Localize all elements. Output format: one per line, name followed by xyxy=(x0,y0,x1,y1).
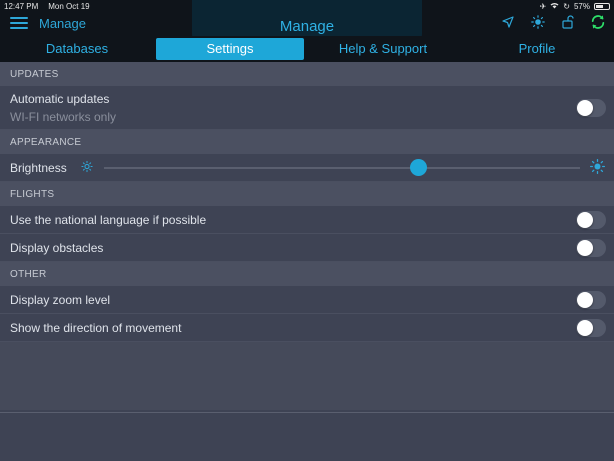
status-time: 12:47 PM xyxy=(4,1,39,11)
setting-direction-of-movement[interactable]: Show the direction of movement xyxy=(0,314,614,342)
setting-automatic-updates[interactable]: Automatic updates WI-FI networks only xyxy=(0,86,614,130)
section-header-appearance: APPEARANCE xyxy=(0,130,614,154)
status-right: ✈ ↻ 57% xyxy=(540,2,610,11)
display-zoom-level-toggle[interactable] xyxy=(576,290,606,309)
direction-of-movement-toggle[interactable] xyxy=(576,318,606,337)
airplane-icon: ✈ xyxy=(539,1,547,11)
top-icons xyxy=(500,14,606,30)
battery-icon xyxy=(594,2,610,10)
section-header-flights: FLIGHTS xyxy=(0,182,614,206)
tab-profile[interactable]: Profile xyxy=(460,38,614,60)
setting-label: Display zoom level xyxy=(10,292,111,307)
setting-label: Display obstacles xyxy=(10,240,104,255)
tab-settings[interactable]: Settings xyxy=(156,38,304,60)
location-arrow-icon[interactable] xyxy=(500,14,516,30)
footer-area xyxy=(0,412,614,461)
page-title: Manage xyxy=(279,17,335,35)
sync-icon[interactable] xyxy=(590,14,606,30)
status-date: Mon Oct 19 xyxy=(48,1,90,11)
settings-content: UPDATES Automatic updates WI-FI networks… xyxy=(0,62,614,410)
section-header-updates: UPDATES xyxy=(0,62,614,86)
app-bar: Manage Manage xyxy=(0,0,614,42)
setting-label: Show the direction of movement xyxy=(10,320,182,335)
tab-databases[interactable]: Databases xyxy=(0,38,154,60)
setting-national-language[interactable]: Use the national language if possible xyxy=(0,206,614,234)
sun-icon[interactable] xyxy=(530,14,546,30)
tab-bar: Databases Settings Help & Support Profil… xyxy=(0,36,614,62)
tab-help-support[interactable]: Help & Support xyxy=(306,38,460,60)
empty-area xyxy=(0,342,614,410)
unlock-icon[interactable] xyxy=(560,14,576,30)
setting-label: Brightness xyxy=(10,160,67,175)
setting-label: Use the national language if possible xyxy=(10,212,207,227)
setting-sublabel: WI-FI networks only xyxy=(10,109,117,124)
setting-label: Automatic updates xyxy=(10,91,110,106)
battery-percent: 57% xyxy=(573,1,590,11)
orientation-lock-icon: ↻ xyxy=(563,1,570,11)
national-language-toggle[interactable] xyxy=(576,210,606,229)
setting-display-obstacles[interactable]: Display obstacles xyxy=(0,234,614,262)
nav-title[interactable]: Manage xyxy=(39,16,86,31)
display-obstacles-toggle[interactable] xyxy=(576,238,606,257)
setting-brightness: Brightness xyxy=(0,154,614,182)
sun-large-icon xyxy=(590,158,605,177)
section-header-other: OTHER xyxy=(0,262,614,286)
wifi-icon xyxy=(550,2,559,11)
sun-small-icon xyxy=(81,160,93,175)
setting-display-zoom-level[interactable]: Display zoom level xyxy=(0,286,614,314)
brightness-slider[interactable] xyxy=(104,158,580,176)
brightness-slider-thumb[interactable] xyxy=(410,158,428,176)
automatic-updates-toggle[interactable] xyxy=(576,98,606,117)
hamburger-menu-icon[interactable] xyxy=(10,17,28,30)
